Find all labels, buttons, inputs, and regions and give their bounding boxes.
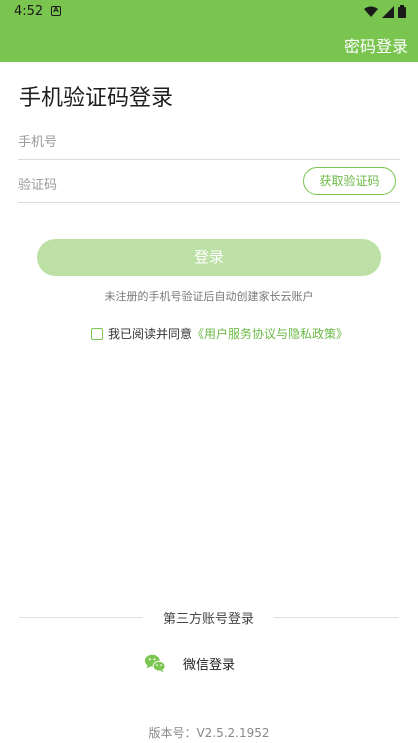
- phone-input[interactable]: [18, 126, 400, 160]
- wifi-icon: [364, 6, 378, 17]
- agreement-checkbox[interactable]: [91, 327, 103, 340]
- app-header: 4:52 A 密码登录: [0, 0, 418, 62]
- login-button[interactable]: 登录: [37, 239, 381, 276]
- agreement-text: 我已阅读并同意: [108, 327, 193, 341]
- password-login-button[interactable]: 密码登录: [344, 33, 408, 57]
- divider-left: [19, 617, 143, 618]
- wechat-login-button[interactable]: 微信登录: [144, 652, 235, 674]
- wechat-icon: [144, 654, 166, 673]
- version-label: 版本号：V2.5.2.1952: [148, 726, 270, 740]
- register-tip: 未注册的手机号验证后自动创建家长云账户: [104, 290, 314, 303]
- third-party-title: 第三方账号登录: [162, 612, 254, 627]
- battery-icon: [398, 5, 406, 18]
- agreement-link[interactable]: 《用户服务协议与隐私政策》: [192, 325, 348, 342]
- status-icons: [364, 5, 406, 18]
- agreement-row: 我已阅读并同意 《用户服务协议与隐私政策》: [91, 325, 348, 342]
- divider-right: [274, 617, 399, 618]
- wechat-login-label: 微信登录: [183, 657, 236, 673]
- signal-icon: [382, 5, 394, 18]
- status-time: 4:52: [14, 4, 44, 19]
- get-code-button[interactable]: 获取验证码: [303, 167, 396, 195]
- a-square-icon: A: [51, 6, 61, 16]
- page-title: 手机验证码登录: [19, 86, 174, 111]
